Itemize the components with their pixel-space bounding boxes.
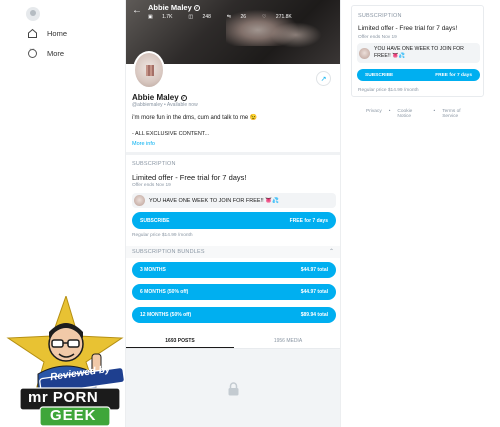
regular-price: Regular price $14.99 /month bbox=[132, 233, 193, 238]
more-icon bbox=[27, 46, 38, 59]
bundle-button[interactable]: 12 MONTHS (50% off) $89.94 total bbox=[132, 307, 336, 323]
nav-item-more[interactable]: More bbox=[27, 46, 65, 59]
offer-message: YOU HAVE ONE WEEK TO JOIN FOR FREE!! 👅💦 bbox=[357, 43, 480, 63]
profile-page: Home More Reviewed by mr PO bbox=[0, 0, 500, 427]
videos-count-value: 248 bbox=[202, 14, 211, 20]
bundles-label: SUBSCRIPTION BUNDLES bbox=[132, 249, 205, 255]
subscribe-button[interactable]: SUBSCRIBE FREE for 7 days bbox=[357, 69, 480, 81]
chevron-up-icon[interactable]: ⌃ bbox=[329, 248, 334, 255]
offer-message: YOU HAVE ONE WEEK TO JOIN FOR FREE!! 👅💦 bbox=[132, 193, 336, 208]
bio-line: i'm more fun in the dms, cum and talk to… bbox=[132, 115, 258, 121]
nav-item-label: Home bbox=[47, 29, 68, 38]
bundle-button[interactable]: 6 MONTHS (50% off) $44.97 total bbox=[132, 284, 336, 300]
regular-price: Regular price $14.99 /month bbox=[358, 88, 419, 93]
subscribe-price: FREE for 7 days bbox=[435, 72, 472, 78]
profile-name: Abbie Maley ✓ bbox=[132, 93, 187, 102]
back-arrow-icon[interactable]: ← bbox=[132, 5, 142, 16]
heart-icon: ♡ bbox=[262, 14, 268, 20]
bundles-header[interactable]: SUBSCRIPTION BUNDLES ⌃ bbox=[126, 246, 340, 258]
message-avatar bbox=[359, 47, 370, 59]
offer-message-text: YOU HAVE ONE WEEK TO JOIN FOR FREE!! 👅💦 bbox=[374, 46, 464, 59]
offer-title: Limited offer - Free trial for 7 days! bbox=[358, 25, 458, 32]
locked-content bbox=[126, 349, 340, 427]
watermark-line3: GEEK bbox=[50, 407, 97, 424]
cover-name: Abbie Maley bbox=[148, 3, 192, 12]
cover-title: Abbie Maley ✓ bbox=[148, 3, 308, 12]
availability-status: Available now bbox=[166, 102, 198, 108]
lock-icon bbox=[227, 382, 240, 396]
streams-count: ⇋ 26 bbox=[227, 14, 254, 20]
user-avatar[interactable] bbox=[26, 7, 40, 21]
subscription-label: SUBSCRIPTION bbox=[358, 13, 402, 19]
bundle-label: 6 MONTHS (50% off) bbox=[140, 289, 189, 295]
verified-icon: ✓ bbox=[180, 94, 187, 101]
nav-item-home[interactable]: Home bbox=[27, 28, 67, 39]
divider bbox=[126, 152, 340, 155]
photos-count: ▣ 1.7K bbox=[148, 14, 180, 20]
tab-media[interactable]: 1956 MEDIA bbox=[234, 333, 340, 348]
verified-icon: ✓ bbox=[193, 4, 200, 11]
cover-stats: ▣ 1.7K ◫ 248 ⇋ 26 ♡ 271.8K bbox=[148, 14, 308, 20]
bundle-price: $44.97 total bbox=[300, 289, 328, 295]
left-nav: Home More Reviewed by mr PO bbox=[0, 0, 125, 427]
subscribe-label: SUBSCRIBE bbox=[140, 217, 170, 224]
watermark-line2: mr PORN bbox=[28, 389, 99, 406]
profile-main: ← Abbie Maley ✓ ▣ 1.7K ◫ 248 ⇋ 26 ♡ 271.… bbox=[125, 0, 341, 427]
video-icon: ◫ bbox=[188, 14, 195, 20]
subscribe-label: SUBSCRIBE bbox=[365, 72, 394, 78]
bundle-label: 3 MONTHS bbox=[140, 267, 166, 273]
separator-dot: • bbox=[433, 109, 436, 114]
separator-dot: • bbox=[388, 109, 391, 114]
likes-count-value: 271.8K bbox=[275, 14, 292, 20]
likes-count: ♡ 271.8K bbox=[262, 14, 300, 20]
cover-header: ← Abbie Maley ✓ ▣ 1.7K ◫ 248 ⇋ 26 ♡ 271.… bbox=[132, 3, 308, 20]
photo-icon: ▣ bbox=[148, 14, 155, 20]
content-tabs: 1693 POSTS 1956 MEDIA bbox=[126, 333, 340, 349]
profile-handle: @abbiemaley • Available now bbox=[132, 102, 198, 108]
more-info-link[interactable]: More info bbox=[132, 141, 155, 147]
subscription-label: SUBSCRIPTION bbox=[132, 161, 176, 167]
subscribe-button[interactable]: SUBSCRIBE FREE for 7 days bbox=[132, 212, 336, 229]
nav-item-label: More bbox=[47, 49, 65, 58]
privacy-link[interactable]: Privacy bbox=[366, 109, 382, 119]
photos-count-value: 1.7K bbox=[162, 14, 173, 20]
bio-line: - ALL EXCLUSIVE CONTENT... bbox=[132, 131, 210, 137]
share-button[interactable]: ↗ bbox=[316, 71, 331, 86]
cookie-notice-link[interactable]: Cookie Notice bbox=[397, 109, 426, 119]
share-icon: ↗ bbox=[320, 75, 327, 83]
bundle-price: $89.94 total bbox=[300, 312, 328, 318]
reviewed-by-watermark: Reviewed by mr PORN GEEK bbox=[0, 294, 125, 427]
streams-count-value: 26 bbox=[240, 14, 247, 20]
profile-name-text: Abbie Maley bbox=[132, 93, 179, 102]
bundle-button[interactable]: 3 MONTHS $44.97 total bbox=[132, 262, 336, 278]
home-icon bbox=[27, 28, 38, 39]
offer-ends: Offer ends Nov 19 bbox=[358, 35, 397, 40]
offer-title: Limited offer - Free trial for 7 days! bbox=[132, 173, 247, 182]
right-sidebar: SUBSCRIPTION Limited offer - Free trial … bbox=[351, 5, 484, 119]
profile-avatar[interactable] bbox=[133, 51, 165, 89]
tab-posts[interactable]: 1693 POSTS bbox=[126, 333, 234, 348]
videos-count: ◫ 248 bbox=[188, 14, 218, 20]
handle-text: @abbiemaley bbox=[132, 102, 163, 108]
offer-message-text: YOU HAVE ONE WEEK TO JOIN FOR FREE!! 👅💦 bbox=[149, 197, 279, 204]
bundle-label: 12 MONTHS (50% off) bbox=[140, 312, 192, 318]
footer-links: Privacy • Cookie Notice • Terms of Servi… bbox=[366, 109, 484, 119]
terms-link[interactable]: Terms of Service bbox=[442, 109, 477, 119]
bundle-price: $44.97 total bbox=[300, 267, 328, 273]
sidebar-subscription-card: SUBSCRIPTION Limited offer - Free trial … bbox=[351, 5, 484, 97]
subscribe-price: FREE for 7 days bbox=[289, 217, 328, 224]
stream-icon: ⇋ bbox=[226, 14, 233, 20]
offer-ends: Offer ends Nov 19 bbox=[132, 183, 171, 188]
message-avatar bbox=[134, 195, 145, 206]
